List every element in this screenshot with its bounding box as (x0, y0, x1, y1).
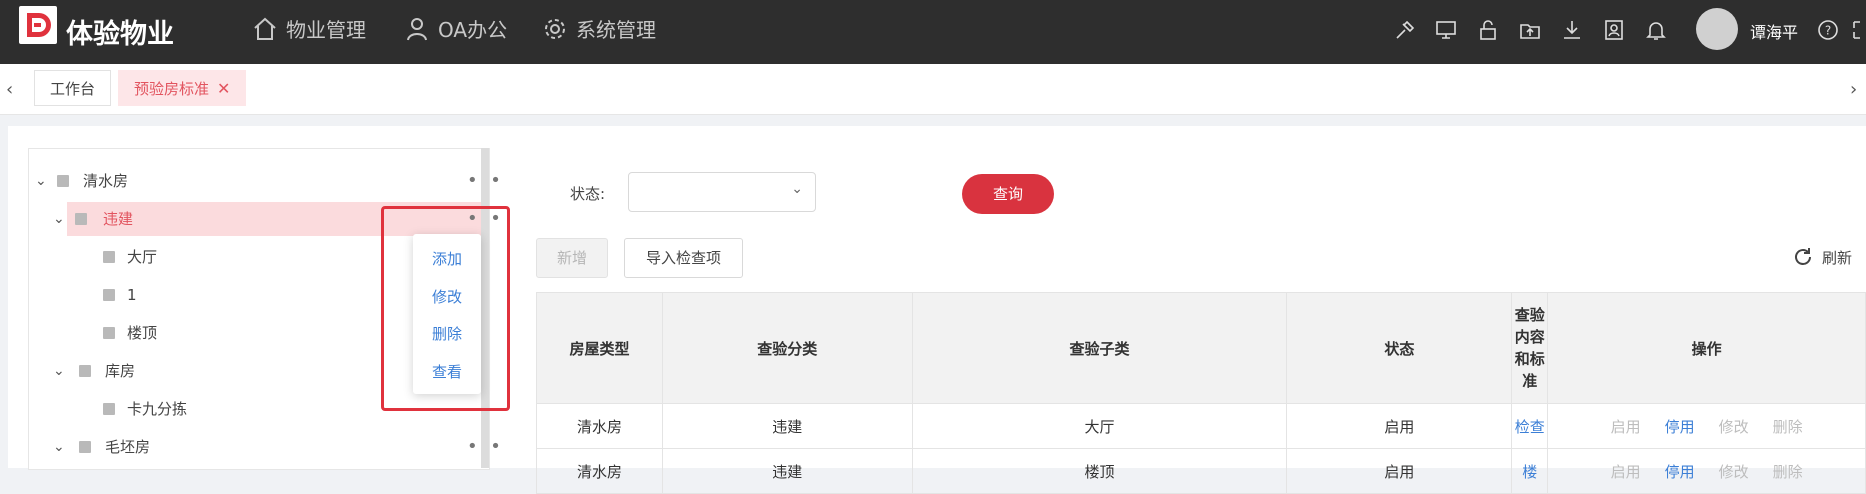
enable-button[interactable]: 启用 (1611, 418, 1641, 436)
folder-icon (79, 365, 91, 377)
tree-node-label: 毛坯房 (105, 438, 151, 456)
refresh-label: 刷新 (1822, 248, 1853, 267)
chevron-down-icon[interactable]: ⌄ (35, 164, 47, 198)
download-icon[interactable] (1560, 18, 1584, 42)
status-select[interactable]: ⌄ (628, 172, 816, 212)
svg-text:?: ? (1825, 24, 1831, 38)
col-category: 查验分类 (661, 292, 913, 404)
tabs-prev-icon[interactable]: ‹ (6, 79, 13, 100)
nav-label: 物业管理 (286, 18, 366, 42)
tree-node-qingshuifang[interactable]: ⌄ 清水房 ••• (29, 164, 501, 198)
cell-status: 启用 (1286, 448, 1513, 494)
standards-table: 房屋类型 查验分类 查验子类 状态 查验内容和标准 操作 清水房 违建 大厅 启… (536, 292, 1866, 494)
col-status: 状态 (1286, 292, 1513, 404)
folder-icon (75, 213, 87, 225)
tools-icon[interactable] (1393, 18, 1417, 42)
tab-label: 工作台 (50, 80, 96, 98)
table-row: 清水房 违建 大厅 启用 检查 启用 停用 修改 删除 (536, 403, 1866, 449)
tab-label: 预验房标准 (134, 80, 210, 98)
view-content-link[interactable]: 楼 (1522, 463, 1537, 481)
disable-button[interactable]: 停用 (1665, 418, 1695, 436)
tree-node-label: 清水房 (83, 172, 129, 190)
cell-status: 启用 (1286, 403, 1513, 449)
delete-button[interactable]: 删除 (1773, 463, 1803, 481)
tree-node-maopifang[interactable]: ⌄ 毛坯房 ••• (29, 430, 501, 464)
tree-node-label: 违建 (103, 210, 134, 228)
import-items-button[interactable]: 导入检查项 (624, 238, 743, 278)
disable-button[interactable]: 停用 (1665, 463, 1695, 481)
bell-icon[interactable] (1644, 18, 1668, 42)
col-subcategory: 查验子类 (911, 292, 1288, 404)
help-icon[interactable]: ? (1816, 18, 1840, 42)
tree-node-label: 1 (127, 286, 137, 304)
chevron-down-icon: ⌄ (791, 181, 803, 197)
app-title: 体验物业 (66, 19, 174, 50)
cell-house-type: 清水房 (536, 403, 663, 449)
tab-inspection-standard[interactable]: 预验房标准 ✕ (118, 70, 247, 106)
user-name[interactable]: 谭海平 (1750, 19, 1798, 43)
lock-icon[interactable] (1476, 18, 1500, 42)
upload-icon[interactable] (1518, 18, 1542, 42)
tree-node-label: 大厅 (127, 248, 158, 266)
table-row: 清水房 违建 楼顶 启用 楼 启用 停用 修改 删除 (536, 448, 1866, 494)
highlight-frame (381, 206, 510, 411)
tabs-bar: ‹ 工作台 预验房标准 ✕ › (0, 64, 1866, 115)
col-house-type: 房屋类型 (536, 292, 663, 404)
folder-icon (103, 289, 115, 301)
nav-label: OA办公 (438, 18, 508, 42)
col-operations: 操作 (1547, 292, 1866, 404)
nav-property-management[interactable]: 物业管理 (252, 14, 366, 43)
home-icon (254, 17, 276, 40)
nav-label: 系统管理 (576, 18, 656, 42)
tabs-next-icon[interactable]: › (1850, 79, 1857, 100)
add-button[interactable]: 新增 (536, 238, 608, 278)
logo-icon (27, 13, 51, 37)
tree-node-label: 库房 (105, 362, 136, 380)
fullscreen-icon[interactable] (1852, 18, 1866, 42)
folder-icon (103, 403, 115, 415)
cell-subcategory: 大厅 (911, 403, 1288, 449)
app-logo (19, 6, 57, 44)
folder-icon (57, 175, 69, 187)
avatar[interactable] (1696, 8, 1738, 50)
nav-oa-office[interactable]: OA办公 (404, 14, 507, 43)
chevron-down-icon[interactable]: ⌄ (53, 202, 65, 236)
close-icon[interactable]: ✕ (217, 79, 230, 98)
tree-node-label: 楼顶 (127, 324, 158, 342)
cell-house-type: 清水房 (536, 448, 663, 494)
folder-icon (103, 327, 115, 339)
query-button[interactable]: 查询 (962, 174, 1054, 214)
edit-button[interactable]: 修改 (1719, 418, 1749, 436)
top-bar: 体验物业 物业管理 OA办公 系统管理 谭海平 ? (0, 0, 1866, 64)
gear-icon (545, 18, 565, 39)
tab-workbench[interactable]: 工作台 (34, 70, 112, 106)
nav-system-management[interactable]: 系统管理 (542, 14, 656, 43)
folder-icon (79, 441, 91, 453)
cell-category: 违建 (661, 403, 913, 449)
chevron-down-icon[interactable]: ⌄ (53, 430, 65, 464)
user-icon (407, 17, 427, 40)
col-content-standard: 查验内容和标准 (1511, 292, 1549, 404)
refresh-button[interactable]: 刷新 (1792, 246, 1852, 268)
refresh-icon (1795, 248, 1811, 265)
enable-button[interactable]: 启用 (1611, 463, 1641, 481)
contact-icon[interactable] (1602, 18, 1626, 42)
status-filter-label: 状态: (570, 185, 606, 203)
folder-icon (103, 251, 115, 263)
tree-node-label: 卡九分拣 (127, 400, 188, 418)
cell-subcategory: 楼顶 (911, 448, 1288, 494)
chevron-down-icon[interactable]: ⌄ (53, 354, 65, 388)
table-header-row: 房屋类型 查验分类 查验子类 状态 查验内容和标准 操作 (536, 292, 1866, 404)
monitor-icon[interactable] (1434, 18, 1458, 42)
view-content-link[interactable]: 检查 (1515, 418, 1545, 436)
edit-button[interactable]: 修改 (1719, 463, 1749, 481)
delete-button[interactable]: 删除 (1773, 418, 1803, 436)
cell-category: 违建 (661, 448, 913, 494)
